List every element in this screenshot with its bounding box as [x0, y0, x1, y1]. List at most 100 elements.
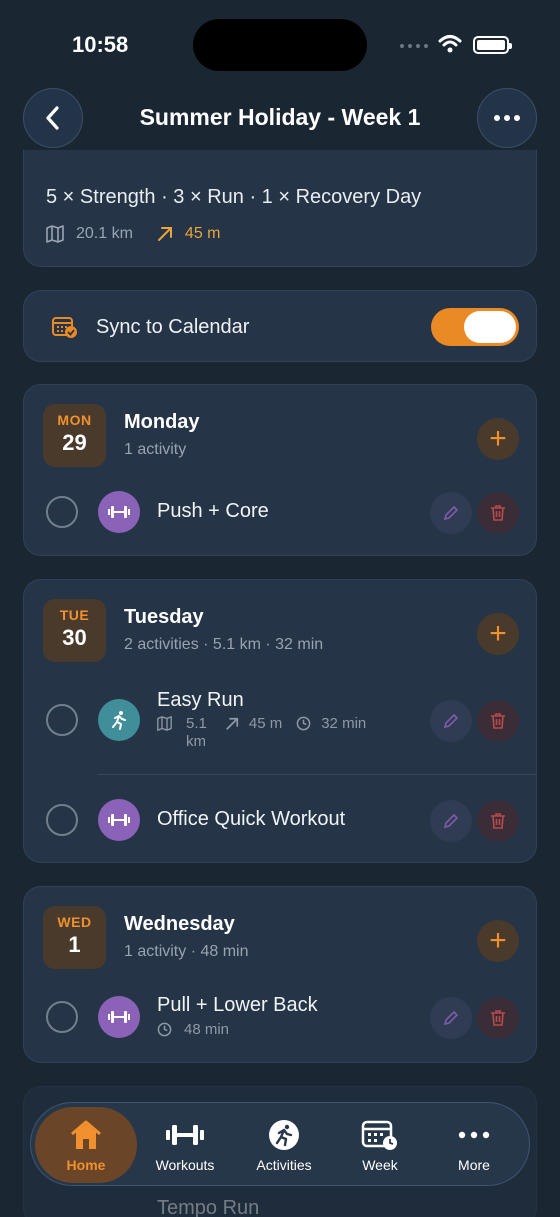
ellipsis-icon — [424, 1117, 524, 1153]
complete-checkbox[interactable] — [46, 1001, 78, 1033]
map-icon — [157, 716, 172, 731]
more-options-button[interactable] — [477, 88, 537, 148]
arrow-up-right-icon — [157, 227, 172, 241]
row-divider — [98, 774, 536, 775]
day-badge: WED 1 — [43, 906, 106, 969]
plus-icon: + — [489, 924, 507, 957]
toggle-knob — [464, 311, 516, 343]
plus-icon: + — [489, 617, 507, 650]
add-activity-button[interactable]: + — [477, 920, 519, 962]
activity-meta: 5.1 km 45 m 32 min — [157, 715, 366, 751]
activity-title: Tempo Run — [157, 1197, 260, 1217]
status-time: 10:58 — [72, 32, 129, 57]
activity-title: Push + Core — [157, 500, 269, 522]
edit-button[interactable] — [430, 700, 472, 742]
day-name: Tuesday — [124, 606, 204, 628]
battery-icon — [473, 36, 512, 54]
dynamic-island — [193, 19, 367, 71]
day-summary: 1 activity — [124, 441, 187, 458]
day-abbr: MON — [57, 412, 92, 428]
signal-icon — [400, 44, 428, 48]
plan-summary-card: 5 × Strength · 3 × Run · 1 × Recovery Da… — [23, 150, 537, 267]
activity-duration: 32 min — [321, 715, 367, 732]
trash-icon — [491, 1010, 505, 1026]
activity-meta: 48 min — [157, 1021, 229, 1038]
dumbbell-icon — [98, 996, 140, 1038]
day-number: 1 — [68, 932, 81, 957]
calendar-check-icon — [52, 317, 77, 338]
day-summary: 1 activity · 48 min — [124, 943, 249, 960]
pencil-icon — [443, 813, 459, 829]
dumbbell-icon — [98, 491, 140, 533]
clock-icon — [296, 716, 311, 731]
delete-button[interactable] — [477, 492, 519, 534]
activity-elevation: 45 m — [248, 715, 283, 732]
calendar-clock-icon — [330, 1117, 430, 1153]
tab-activities[interactable]: Activities — [234, 1103, 334, 1187]
page-title: Summer Holiday - Week 1 — [139, 104, 421, 130]
tab-label: More — [458, 1157, 490, 1173]
activity-title: Office Quick Workout — [157, 808, 346, 830]
activity-duration: 48 min — [184, 1021, 230, 1038]
day-card-tuesday: TUE 30 Tuesday 2 activities · 5.1 km · 3… — [23, 579, 537, 863]
day-card-wednesday: WED 1 Wednesday 1 activity · 48 min + Pu… — [23, 886, 537, 1063]
add-activity-button[interactable]: + — [477, 613, 519, 655]
tab-label: Activities — [256, 1157, 312, 1173]
activity-row[interactable]: Office Quick Workout — [24, 790, 536, 850]
complete-checkbox[interactable] — [46, 496, 78, 528]
day-badge: TUE 30 — [43, 599, 106, 662]
day-card-monday: MON 29 Monday 1 activity + Push + Core — [23, 384, 537, 556]
sync-toggle[interactable] — [431, 308, 519, 346]
trash-icon — [491, 713, 505, 729]
tab-label: Home — [66, 1157, 106, 1173]
arrow-up-right-icon — [225, 717, 238, 730]
activity-row[interactable]: Easy Run 5.1 km 45 m 32 min — [24, 689, 536, 770]
edit-button[interactable] — [430, 997, 472, 1039]
edit-button[interactable] — [430, 800, 472, 842]
tab-more[interactable]: More — [424, 1103, 524, 1187]
add-activity-button[interactable]: + — [477, 418, 519, 460]
plus-icon: + — [489, 422, 507, 455]
tab-week[interactable]: Week — [330, 1103, 430, 1187]
ellipsis-icon — [494, 115, 520, 121]
activity-title: Pull + Lower Back — [157, 994, 318, 1016]
tab-workouts[interactable]: Workouts — [135, 1103, 235, 1187]
sync-calendar-row: Sync to Calendar — [23, 290, 537, 362]
runner-icon — [98, 699, 140, 741]
delete-button[interactable] — [477, 997, 519, 1039]
summary-distance: 20.1 km — [76, 225, 133, 242]
day-summary: 2 activities · 5.1 km · 32 min — [124, 636, 324, 653]
pencil-icon — [443, 1010, 459, 1026]
activity-row[interactable]: Pull + Lower Back 48 min — [24, 987, 536, 1047]
activity-distance-unit: km — [186, 733, 206, 750]
trash-icon — [491, 505, 505, 521]
map-icon — [46, 225, 64, 243]
pencil-icon — [443, 713, 459, 729]
day-name: Monday — [124, 411, 200, 433]
activity-title: Easy Run — [157, 689, 244, 711]
house-icon — [35, 1117, 137, 1153]
summary-line: 5 × Strength · 3 × Run · 1 × Recovery Da… — [46, 186, 422, 208]
delete-button[interactable] — [477, 800, 519, 842]
complete-checkbox[interactable] — [46, 804, 78, 836]
day-abbr: TUE — [59, 607, 90, 623]
activity-row[interactable]: Push + Core — [24, 482, 536, 542]
runner-icon — [234, 1117, 334, 1153]
day-number: 29 — [62, 430, 87, 455]
dumbbell-icon — [135, 1117, 235, 1153]
day-abbr: WED — [57, 914, 92, 930]
summary-stats: 20.1 km 45 m — [46, 225, 221, 243]
wifi-icon — [438, 35, 462, 53]
pencil-icon — [443, 505, 459, 521]
complete-checkbox[interactable] — [46, 704, 78, 736]
tab-home[interactable]: Home — [35, 1107, 137, 1183]
delete-button[interactable] — [477, 700, 519, 742]
dumbbell-icon — [98, 799, 140, 841]
clock-icon — [157, 1022, 172, 1037]
day-badge: MON 29 — [43, 404, 106, 467]
edit-button[interactable] — [430, 492, 472, 534]
tab-label: Workouts — [155, 1157, 215, 1173]
day-number: 30 — [62, 625, 87, 650]
nav-bar: Summer Holiday - Week 1 — [0, 86, 560, 150]
status-bar: 10:58 — [0, 0, 560, 90]
